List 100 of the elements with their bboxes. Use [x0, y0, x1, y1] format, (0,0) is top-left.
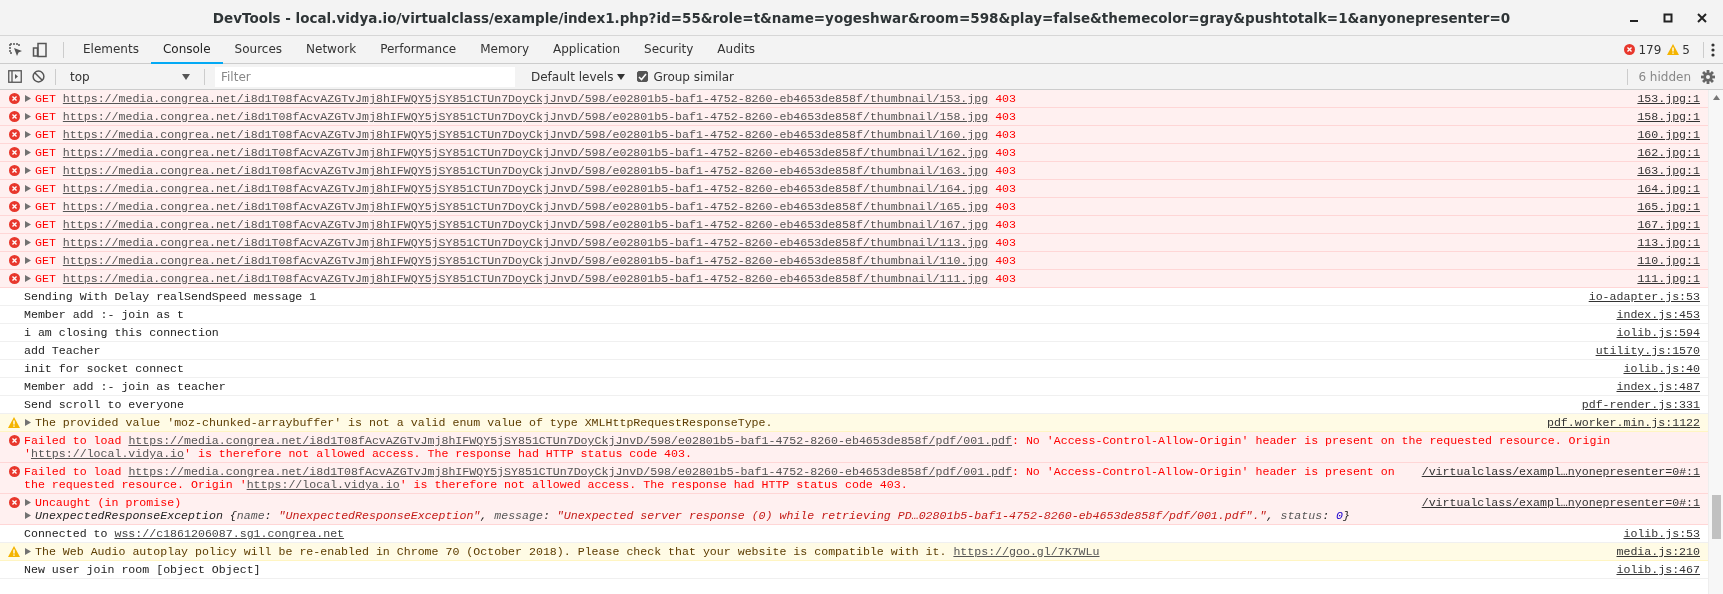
expand-triangle-icon[interactable]: [25, 239, 31, 246]
scrollbar[interactable]: [1708, 90, 1723, 594]
maximize-icon[interactable]: [1663, 13, 1673, 23]
error-icon: [8, 129, 20, 140]
panel-tab[interactable]: Elements: [71, 35, 151, 64]
error-icon: [8, 497, 20, 508]
source-link[interactable]: utility.js:1570: [1595, 344, 1700, 357]
source-link[interactable]: 110.jpg:1: [1637, 254, 1700, 267]
panel-tab[interactable]: Audits: [705, 35, 768, 64]
source-link[interactable]: 167.jpg:1: [1637, 218, 1700, 231]
request-url-link[interactable]: https://media.congrea.net/i8d1T08fAcvAZGTvJmj8hIFWQY5jSY851CTUn7DoyCkjJnvD/598/e02801b5-baf1-4752-8260-eb4653de858f/thumbnail/111.jpg: [62, 272, 989, 285]
source-link[interactable]: iolib.js:40: [1623, 362, 1700, 375]
expand-triangle-icon[interactable]: [25, 167, 31, 174]
request-url-link[interactable]: https://media.congrea.net/i8d1T08fAcvAZGTvJmj8hIFWQY5jSY851CTUn7DoyCkjJnvD/598/e02801b5-baf1-4752-8260-eb4653de858f/thumbnail/163.jpg: [62, 164, 989, 177]
message-link[interactable]: https://local.vidya.io: [30, 447, 185, 460]
warning-icon: [1667, 44, 1680, 55]
source-link[interactable]: pdf.worker.min.js:1122: [1546, 416, 1700, 429]
request-url-link[interactable]: https://media.congrea.net/i8d1T08fAcvAZGTvJmj8hIFWQY5jSY851CTUn7DoyCkjJnvD/598/e02801b5-baf1-4752-8260-eb4653de858f/thumbnail/110.jpg: [62, 254, 989, 267]
console-message: Connected to wss://c1861206087.sg1.congrea.net: [24, 527, 346, 540]
request-url-link[interactable]: https://media.congrea.net/i8d1T08fAcvAZGTvJmj8hIFWQY5jSY851CTUn7DoyCkjJnvD/598/e02801b5-baf1-4752-8260-eb4653de858f/thumbnail/153.jpg: [62, 92, 989, 105]
source-link[interactable]: iolib.js:467: [1616, 563, 1700, 576]
device-icon[interactable]: [32, 41, 48, 58]
expand-triangle-icon[interactable]: [25, 149, 31, 156]
request-message: GET https://media.congrea.net/i8d1T08fAcvAZGTvJmj8hIFWQY5jSY851CTUn7DoyCkjJnvD/598/e02801b5-baf1-4752-8260-eb4653de858f/thumbnail/160.jpg 403: [35, 128, 1018, 141]
source-link[interactable]: iolib.js:594: [1616, 326, 1700, 339]
expand-triangle-icon[interactable]: [25, 275, 31, 282]
request-message: GET https://media.congrea.net/i8d1T08fAcvAZGTvJmj8hIFWQY5jSY851CTUn7DoyCkjJnvD/598/e02801b5-baf1-4752-8260-eb4653de858f/thumbnail/111.jpg 403: [35, 272, 1018, 285]
source-link[interactable]: 165.jpg:1: [1637, 200, 1700, 213]
request-url-link[interactable]: https://media.congrea.net/i8d1T08fAcvAZGTvJmj8hIFWQY5jSY851CTUn7DoyCkjJnvD/598/e02801b5-baf1-4752-8260-eb4653de858f/thumbnail/164.jpg: [62, 182, 989, 195]
expand-triangle-icon[interactable]: [25, 95, 31, 102]
error-icon: [8, 147, 20, 158]
source-link[interactable]: 153.jpg:1: [1637, 92, 1700, 105]
error-icon: [8, 111, 20, 122]
expand-triangle-icon[interactable]: [25, 113, 31, 120]
request-url-link[interactable]: https://media.congrea.net/i8d1T08fAcvAZGTvJmj8hIFWQY5jSY851CTUn7DoyCkjJnvD/598/e02801b5-baf1-4752-8260-eb4653de858f/thumbnail/160.jpg: [62, 128, 989, 141]
error-icon: [8, 183, 20, 194]
console-message: Failed to load https://media.congrea.net/i8d1T08fAcvAZGTvJmj8hIFWQY5jSY851CTUn7DoyCkjJnvD/598/e02801b5-baf1-4752-8260-eb4653de858f/pdf/001.pdf: No 'Access-Control-Allow-Origin' header is present on the requested resource. Origin 'https://local.vidya.io' is therefore not allowed access. The response had HTTP status code 403.: [24, 465, 1396, 491]
more-menu-icon[interactable]: [1711, 42, 1715, 57]
source-link[interactable]: 162.jpg:1: [1637, 146, 1700, 159]
panel-tab[interactable]: Network: [294, 35, 369, 64]
request-url-link[interactable]: https://media.congrea.net/i8d1T08fAcvAZGTvJmj8hIFWQY5jSY851CTUn7DoyCkjJnvD/598/e02801b5-baf1-4752-8260-eb4653de858f/thumbnail/167.jpg: [62, 218, 989, 231]
checkbox-label[interactable]: Group similar: [653, 69, 735, 84]
source-link[interactable]: 113.jpg:1: [1637, 236, 1700, 249]
panel-tab[interactable]: Performance: [368, 35, 469, 64]
source-link[interactable]: index.js:487: [1616, 380, 1700, 393]
source-link[interactable]: iolib.js:53: [1623, 527, 1700, 540]
expand-triangle-icon[interactable]: [25, 185, 31, 192]
source-link[interactable]: 158.jpg:1: [1637, 110, 1700, 123]
message-link[interactable]: wss://c1861206087.sg1.congrea.net: [114, 527, 345, 540]
source-link[interactable]: 164.jpg:1: [1637, 182, 1700, 195]
filter-field[interactable]: Filter: [215, 66, 515, 87]
scroll-up-icon[interactable]: [1712, 95, 1720, 100]
error-icon: [8, 273, 20, 284]
source-link[interactable]: /virtualclass/exampl…nyonepresenter=0#:1: [1421, 496, 1700, 509]
console-message: add Teacher: [24, 344, 102, 357]
scrollbar-thumb[interactable]: [1711, 495, 1721, 539]
request-url-link[interactable]: https://media.congrea.net/i8d1T08fAcvAZGTvJmj8hIFWQY5jSY851CTUn7DoyCkjJnvD/598/e02801b5-baf1-4752-8260-eb4653de858f/thumbnail/158.jpg: [62, 110, 989, 123]
panel-tab[interactable]: Memory: [468, 35, 541, 64]
panel-tab[interactable]: Application: [541, 35, 633, 64]
clear-console-icon[interactable]: [32, 70, 45, 83]
source-link[interactable]: media.js:210: [1616, 545, 1700, 558]
source-link[interactable]: /virtualclass/exampl…nyonepresenter=0#:1: [1421, 465, 1700, 478]
levels-dropdown[interactable]: Default levels: [529, 69, 628, 84]
expand-triangle-icon[interactable]: [25, 512, 31, 519]
panel-tab[interactable]: Security: [632, 35, 706, 64]
source-link[interactable]: io-adapter.js:53: [1588, 290, 1700, 303]
source-link[interactable]: 160.jpg:1: [1637, 128, 1700, 141]
message-link[interactable]: https://media.congrea.net/i8d1T08fAcvAZGTvJmj8hIFWQY5jSY851CTUn7DoyCkjJnvD/598/e02801b5-baf1-4752-8260-eb4653de858f/pdf/001.pdf: [128, 434, 1012, 447]
expand-triangle-icon[interactable]: [25, 203, 31, 210]
request-url-link[interactable]: https://media.congrea.net/i8d1T08fAcvAZGTvJmj8hIFWQY5jSY851CTUn7DoyCkjJnvD/598/e02801b5-baf1-4752-8260-eb4653de858f/thumbnail/165.jpg: [62, 200, 989, 213]
expand-triangle-icon[interactable]: [25, 548, 31, 555]
inspect-icon[interactable]: [8, 41, 24, 58]
error-count[interactable]: 179: [1638, 42, 1662, 57]
source-link[interactable]: 163.jpg:1: [1637, 164, 1700, 177]
expand-triangle-icon[interactable]: [25, 221, 31, 228]
expand-triangle-icon[interactable]: [25, 131, 31, 138]
sidebar-toggle-icon[interactable]: [8, 70, 22, 83]
request-url-link[interactable]: https://media.congrea.net/i8d1T08fAcvAZGTvJmj8hIFWQY5jSY851CTUn7DoyCkjJnvD/598/e02801b5-baf1-4752-8260-eb4653de858f/thumbnail/113.jpg: [62, 236, 989, 249]
console-message: New user join room [object Object]: [24, 563, 262, 576]
panel-tab[interactable]: Sources: [222, 35, 295, 64]
source-link[interactable]: pdf-render.js:331: [1581, 398, 1700, 411]
request-url-link[interactable]: https://media.congrea.net/i8d1T08fAcvAZGTvJmj8hIFWQY5jSY851CTUn7DoyCkjJnvD/598/e02801b5-baf1-4752-8260-eb4653de858f/thumbnail/162.jpg: [62, 146, 989, 159]
context-select[interactable]: top: [66, 69, 194, 84]
warning-count[interactable]: 5: [1682, 42, 1690, 57]
group-similar-checkbox[interactable]: [637, 71, 649, 82]
message-link[interactable]: https://media.congrea.net/i8d1T08fAcvAZGTvJmj8hIFWQY5jSY851CTUn7DoyCkjJnvD/598/e02801b5-baf1-4752-8260-eb4653de858f/pdf/001.pdf: [128, 465, 1012, 478]
expand-triangle-icon[interactable]: [25, 499, 31, 506]
dropdown-caret-icon: [182, 73, 190, 80]
expand-triangle-icon[interactable]: [25, 257, 31, 264]
settings-icon[interactable]: [1701, 69, 1715, 84]
expand-triangle-icon[interactable]: [25, 419, 31, 426]
request-message: GET https://media.congrea.net/i8d1T08fAcvAZGTvJmj8hIFWQY5jSY851CTUn7DoyCkjJnvD/598/e02801b5-baf1-4752-8260-eb4653de858f/thumbnail/113.jpg 403: [35, 236, 1018, 249]
message-link[interactable]: https://local.vidya.io: [246, 478, 400, 491]
source-link[interactable]: 111.jpg:1: [1637, 272, 1700, 285]
object-preview: UnexpectedResponseException {name: "UnexpectedResponseException", message: "Unexpected server response (0) while retrieving PD…02801b5-baf1-4752-8260-eb4653de858f/pdf/001.pdf".", status: 0}: [35, 509, 1352, 522]
close-icon[interactable]: [1697, 13, 1707, 23]
source-link[interactable]: index.js:453: [1616, 308, 1700, 321]
message-link[interactable]: https://goo.gl/7K7WLu: [953, 545, 1100, 558]
console-message: Failed to load https://media.congrea.net/i8d1T08fAcvAZGTvJmj8hIFWQY5jSY851CTUn7DoyCkjJnvD/598/e02801b5-baf1-4752-8260-eb4653de858f/pdf/001.pdf: No 'Access-Control-Allow-Origin' header is present on the requested resource. Origin 'https://local.vidya.io' is therefore not allowed access. The response had HTTP status code 403.: [24, 434, 1612, 460]
request-message: GET https://media.congrea.net/i8d1T08fAcvAZGTvJmj8hIFWQY5jSY851CTUn7DoyCkjJnvD/598/e02801b5-baf1-4752-8260-eb4653de858f/thumbnail/167.jpg 403: [35, 218, 1018, 231]
